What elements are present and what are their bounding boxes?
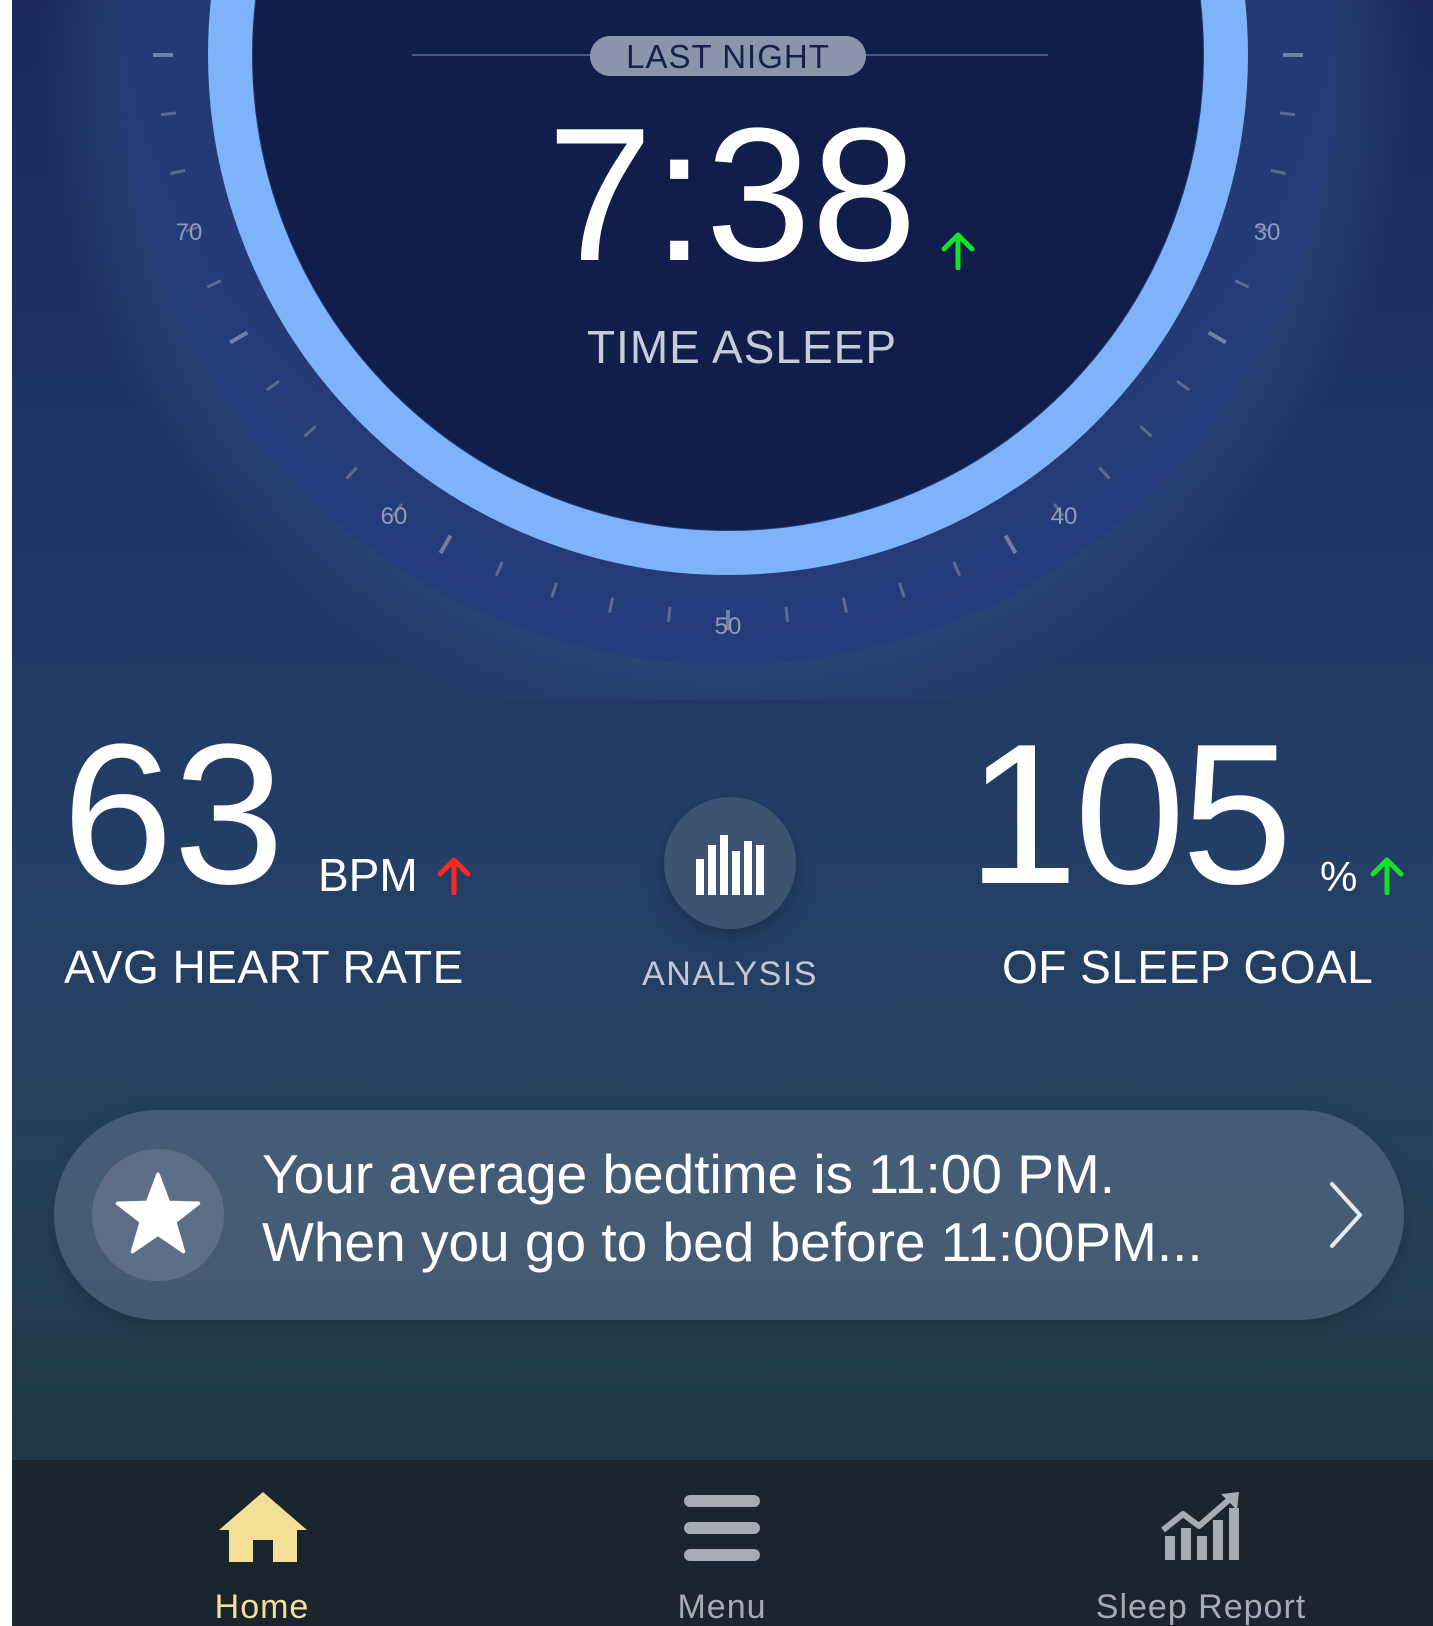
- sleep-report-icon: [1161, 1492, 1239, 1560]
- sleep-app-screen: 70 30 60 40 50 LAST NIGHT 7:38 TIME ASLE…: [12, 0, 1433, 1626]
- tab-home[interactable]: Home: [112, 1460, 412, 1626]
- time-asleep-value: 7:38: [547, 89, 917, 301]
- tab-menu[interactable]: Menu: [572, 1460, 872, 1626]
- dial-tick: [1279, 111, 1296, 117]
- time-trend-up-icon: [941, 232, 975, 270]
- tab-home-label: Home: [214, 1588, 310, 1626]
- scale-label-40: 40: [1051, 503, 1078, 530]
- analysis-label[interactable]: ANALYSIS: [622, 955, 838, 994]
- tab-menu-label: Menu: [677, 1588, 767, 1626]
- insight-icon-badge: [92, 1149, 224, 1281]
- bottom-tab-bar: Home Menu Sleep Report: [12, 1460, 1433, 1626]
- sleep-goal-value: 105: [967, 703, 1293, 926]
- dial-tick: [666, 606, 672, 623]
- bar-chart-icon: [696, 835, 764, 895]
- analysis-button[interactable]: [664, 797, 796, 929]
- tab-sleep-report-label: Sleep Report: [1095, 1588, 1307, 1626]
- insight-line-2: When you go to bed before 11:00PM...: [262, 1211, 1203, 1273]
- dial-tick: [784, 606, 790, 623]
- menu-icon: [684, 1495, 760, 1561]
- bedtime-insight-card[interactable]: Your average bedtime is 11:00 PM. When y…: [54, 1110, 1404, 1320]
- chevron-right-icon[interactable]: [1326, 1180, 1366, 1250]
- scale-label-30: 30: [1254, 219, 1281, 246]
- scale-label-70: 70: [176, 219, 203, 246]
- insight-line-1: Your average bedtime is 11:00 PM.: [262, 1143, 1116, 1205]
- scale-label-50: 50: [715, 613, 742, 640]
- star-icon: [115, 1172, 201, 1254]
- heart-rate-label: AVG HEART RATE: [64, 941, 464, 993]
- scale-label-60: 60: [381, 503, 408, 530]
- heart-rate-unit: BPM: [318, 849, 418, 901]
- heart-rate-value: 63: [62, 703, 285, 926]
- tab-sleep-report[interactable]: Sleep Report: [1051, 1460, 1351, 1626]
- heart-rate-trend-up-icon: [437, 857, 471, 895]
- last-night-badge: LAST NIGHT: [590, 36, 866, 76]
- sleep-goal-label: OF SLEEP GOAL: [1002, 941, 1374, 993]
- home-icon: [219, 1492, 307, 1562]
- time-asleep-label: TIME ASLEEP: [586, 321, 898, 373]
- sleep-goal-trend-up-icon: [1370, 857, 1404, 895]
- sleep-goal-unit: %: [1320, 853, 1358, 900]
- dial-tick: [160, 111, 177, 117]
